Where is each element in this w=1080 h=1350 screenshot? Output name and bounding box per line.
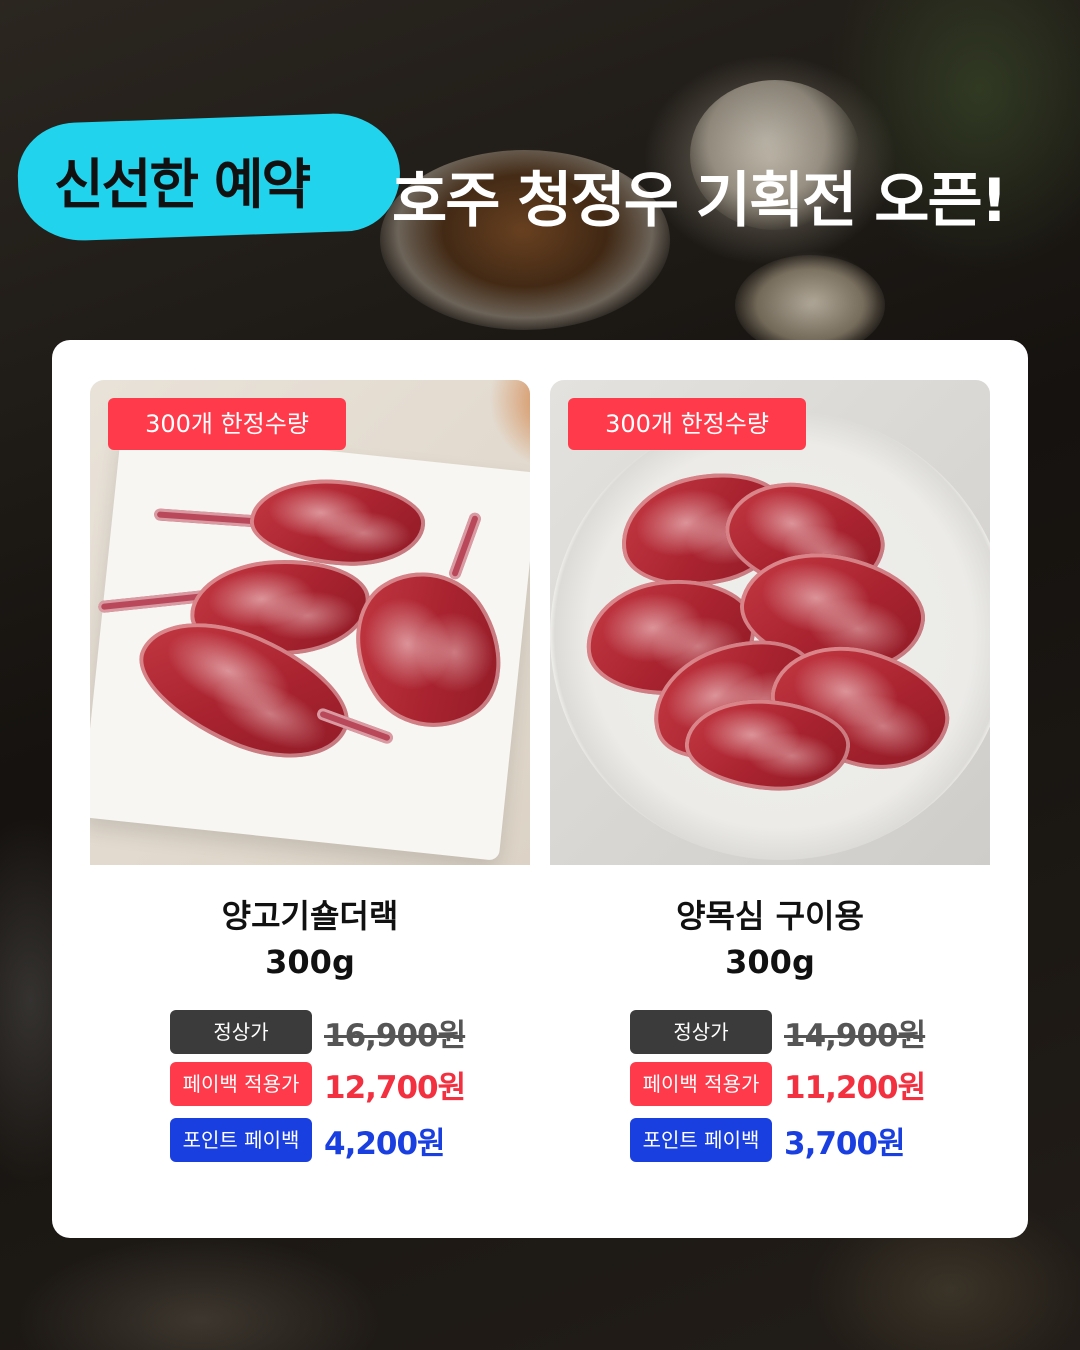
regular-price-label: 정상가 [170, 1010, 312, 1054]
point-payback-amount: 3,700원 [784, 1125, 906, 1162]
product-card: 300개 한정수량 양고기숄더랙 300g 정상가 16,900원 페이백 적용… [52, 340, 1028, 1238]
product-name: 양고기숄더랙 300g [90, 893, 530, 985]
promo-title: 호주 청정우 기획전 오픈! [392, 166, 1008, 236]
payback-price-row: 페이백 적용가 12,700원 [170, 1061, 466, 1107]
point-payback-row: 포인트 페이백 3,700원 [630, 1117, 906, 1163]
price-block: 정상가 14,900원 페이백 적용가 11,200원 포인트 페이백 3,70… [550, 1009, 990, 1179]
product-name-line: 양고기숄더랙 [221, 897, 399, 935]
product-weight: 300g [725, 943, 815, 981]
limited-quantity-badge: 300개 한정수량 [108, 398, 346, 450]
product-name: 양목심 구이용 300g [550, 893, 990, 985]
point-payback-label: 포인트 페이백 [630, 1118, 772, 1162]
limited-quantity-badge: 300개 한정수량 [568, 398, 806, 450]
point-payback-row: 포인트 페이백 4,200원 [170, 1117, 446, 1163]
payback-price-label: 페이백 적용가 [170, 1062, 312, 1106]
payback-price: 12,700원 [324, 1069, 466, 1106]
highlight-text: 신선한 예약 [54, 153, 311, 216]
product-image[interactable]: 300개 한정수량 [90, 380, 530, 865]
point-payback-label: 포인트 페이백 [170, 1118, 312, 1162]
product-weight: 300g [265, 943, 355, 981]
price-block: 정상가 16,900원 페이백 적용가 12,700원 포인트 페이백 4,20… [90, 1009, 530, 1179]
product-image[interactable]: 300개 한정수량 [550, 380, 990, 865]
regular-price-row: 정상가 14,900원 [630, 1009, 926, 1055]
payback-price: 11,200원 [784, 1069, 926, 1106]
product-lamb-shoulder-rack[interactable]: 300개 한정수량 양고기숄더랙 300g 정상가 16,900원 페이백 적용… [90, 380, 530, 1179]
regular-price-label: 정상가 [630, 1010, 772, 1054]
product-name-line: 양목심 구이용 [676, 897, 864, 935]
promo-header: 신선한 예약 호주 청정우 기획전 오픈! [0, 111, 1080, 243]
payback-price-row: 페이백 적용가 11,200원 [630, 1061, 926, 1107]
regular-price: 14,900원 [784, 1017, 926, 1054]
product-lamb-neck[interactable]: 300개 한정수량 양목심 구이용 300g 정상가 14,900원 페이백 적… [550, 380, 990, 1179]
payback-price-label: 페이백 적용가 [630, 1062, 772, 1106]
regular-price: 16,900원 [324, 1017, 466, 1054]
regular-price-row: 정상가 16,900원 [170, 1009, 466, 1055]
point-payback-amount: 4,200원 [324, 1125, 446, 1162]
